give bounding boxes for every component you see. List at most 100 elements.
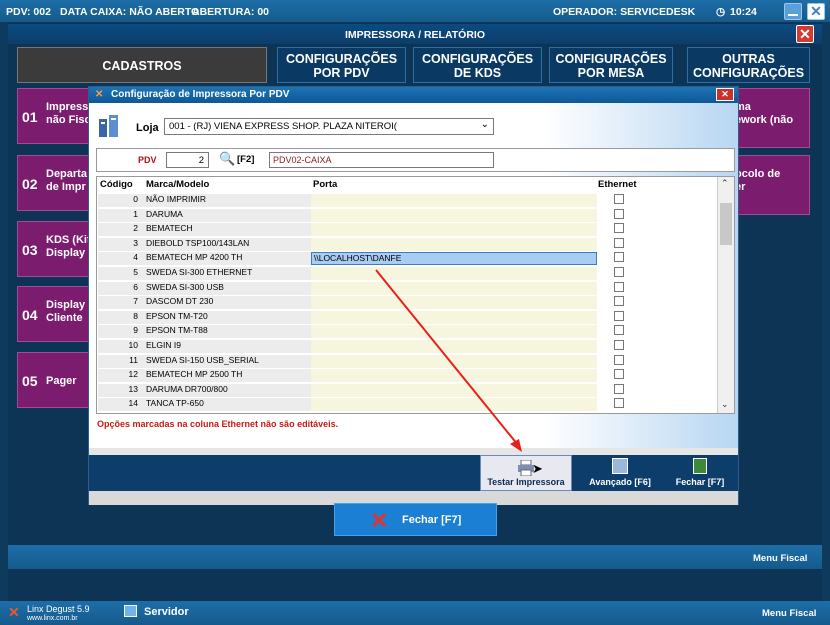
item-label: ocolo de: [735, 168, 781, 180]
ethernet-checkbox[interactable]: [614, 354, 624, 365]
ethernet-checkbox[interactable]: [614, 340, 624, 350]
row-model: SWEDA SI-300 ETHERNET: [146, 267, 253, 277]
dialog-titlebar: ✕ Configuração de Impressora Por PDV ✕: [89, 87, 738, 103]
row-code: 14: [128, 398, 138, 409]
ethernet-checkbox[interactable]: [614, 252, 624, 263]
item-label: Pager: [46, 375, 77, 387]
close-window-button[interactable]: ✕: [807, 3, 825, 20]
button-label: Avançado [F6]: [589, 477, 651, 487]
tab-config-pdv[interactable]: CONFIGURAÇÕES POR PDV: [277, 47, 406, 83]
chevron-up-icon[interactable]: ⌃: [721, 178, 729, 189]
table-row[interactable]: 2 BEMATECH: [98, 223, 718, 237]
minimize-button[interactable]: [784, 3, 802, 20]
item-number: 01: [22, 109, 38, 125]
dialog-close-button[interactable]: ✕: [716, 88, 734, 101]
ethernet-checkbox[interactable]: [614, 369, 624, 380]
table-row[interactable]: 0 NÃO IMPRIMIR: [98, 194, 718, 208]
row-model: SWEDA SI-300 USB: [146, 281, 224, 292]
table-row[interactable]: 3 DIEBOLD TSP100/143LAN: [98, 237, 718, 252]
dialog-footer: Testar Impressora Avançado [F6] Fechar […: [89, 455, 738, 491]
menu-fiscal-bottom-link[interactable]: Menu Fiscal: [762, 608, 816, 619]
row-code: 6: [133, 281, 138, 292]
column-header: Marca/Modelo: [146, 179, 210, 190]
tab-label: OUTRAS: [722, 52, 775, 66]
avancado-button[interactable]: Avançado [F6]: [581, 455, 659, 491]
tab-label: CONFIGURAÇÕES: [421, 52, 534, 66]
servidor-label[interactable]: Servidor: [144, 606, 189, 618]
menu-fiscal-bar: Menu Fiscal: [8, 545, 822, 569]
pdv-name-field[interactable]: PDV02-CAIXA: [269, 152, 494, 168]
search-icon[interactable]: 🔍: [219, 151, 235, 167]
chevron-down-icon[interactable]: ⌄: [721, 399, 729, 410]
column-header: Porta: [313, 179, 338, 190]
status-bar: PDV: 002 DATA CAIXA: NÃO ABERTO ABERTURA…: [0, 0, 830, 22]
row-model: SWEDA SI-150 USB_SERIAL: [146, 354, 259, 365]
row-porta-cell[interactable]: [311, 208, 597, 222]
bottom-bar: ✕ Linx Degust 5.9 www.linx.com.br Servid…: [0, 601, 830, 625]
column-header: Ethernet: [598, 179, 637, 190]
scrollbar-thumb[interactable]: [720, 203, 732, 245]
row-code: 13: [128, 383, 138, 394]
row-code: 7: [133, 296, 138, 307]
ethernet-checkbox[interactable]: [614, 267, 624, 277]
item-number: 04: [22, 307, 38, 323]
item-label: er: [735, 181, 746, 193]
ethernet-checkbox[interactable]: [614, 223, 624, 234]
table-row[interactable]: 1 DARUMA: [98, 208, 718, 223]
row-porta-cell[interactable]: [311, 223, 597, 237]
fechar-main-button[interactable]: ✕ Fechar [F7]: [334, 503, 497, 536]
fechar-dialog-button[interactable]: Fechar [F7]: [664, 455, 736, 491]
f2-shortcut-label: [F2]: [237, 154, 255, 165]
row-code: 1: [133, 208, 138, 219]
ethernet-warning: Opções marcadas na coluna Ethernet não s…: [97, 419, 339, 429]
table-scrollbar[interactable]: ⌃ ⌄: [717, 177, 734, 413]
app-logo-icon: ✕: [95, 89, 104, 100]
button-label: Fechar [F7]: [402, 514, 462, 526]
row-model: DASCOM DT 230: [146, 296, 214, 307]
ethernet-checkbox[interactable]: [614, 237, 624, 248]
ethernet-checkbox[interactable]: [614, 325, 624, 336]
row-code: 5: [133, 267, 138, 277]
app-version: Linx Degust 5.9: [27, 604, 90, 614]
row-code: 0: [133, 194, 138, 204]
exit-door-icon: [693, 458, 707, 474]
button-label: Testar Impressora: [487, 477, 565, 487]
menu-item-protocolo[interactable]: ocolo de er: [730, 155, 810, 215]
close-page-button[interactable]: ✕: [796, 25, 814, 43]
ethernet-checkbox[interactable]: [614, 194, 624, 204]
tab-label: CONFIGURAÇÕES: [692, 66, 805, 80]
tab-label: DE KDS: [453, 66, 502, 80]
testar-impressora-button[interactable]: Testar Impressora: [480, 455, 572, 491]
row-porta-cell[interactable]: [311, 237, 597, 251]
tab-config-kds[interactable]: CONFIGURAÇÕES DE KDS: [413, 47, 542, 83]
ethernet-checkbox[interactable]: [614, 383, 624, 394]
item-label: Impress não Fisc: [46, 101, 91, 126]
menu-item-framework[interactable]: ma ework (não ): [730, 88, 810, 148]
row-model: DIEBOLD TSP100/143LAN: [146, 237, 250, 248]
ethernet-checkbox[interactable]: [614, 296, 624, 307]
ethernet-checkbox[interactable]: [614, 398, 624, 409]
monitor-icon: [124, 605, 137, 617]
row-code: 11: [129, 354, 138, 365]
item-label: Display Cliente: [46, 299, 86, 324]
item-label: ): [735, 127, 809, 140]
tab-config-mesa[interactable]: CONFIGURAÇÕES POR MESA: [549, 47, 673, 83]
row-porta-cell[interactable]: [311, 194, 597, 207]
row-model: NÃO IMPRIMIR: [146, 194, 206, 204]
page-title: IMPRESSORA / RELATÓRIO: [8, 24, 822, 44]
tab-label: CONFIGURAÇÕES: [285, 52, 398, 66]
tab-label: POR PDV: [313, 66, 370, 80]
tab-outras-config[interactable]: OUTRAS CONFIGURAÇÕES: [687, 47, 810, 83]
item-label: ework (não: [735, 114, 794, 126]
pdv-number-input[interactable]: 2: [166, 152, 209, 168]
row-code: 9: [133, 325, 138, 336]
ethernet-checkbox[interactable]: [614, 281, 624, 292]
linx-logo-icon: ✕: [8, 604, 20, 620]
ethernet-checkbox[interactable]: [614, 208, 624, 219]
pdv-panel: PDV 2 🔍 [F2] PDV02-CAIXA: [96, 148, 735, 172]
menu-fiscal-link[interactable]: Menu Fiscal: [753, 553, 807, 564]
tab-cadastros[interactable]: CADASTROS: [17, 47, 267, 83]
row-code: 8: [133, 310, 138, 321]
ethernet-checkbox[interactable]: [614, 310, 624, 321]
loja-select[interactable]: 001 - (RJ) VIENA EXPRESS SHOP. PLAZA NIT…: [164, 118, 494, 135]
